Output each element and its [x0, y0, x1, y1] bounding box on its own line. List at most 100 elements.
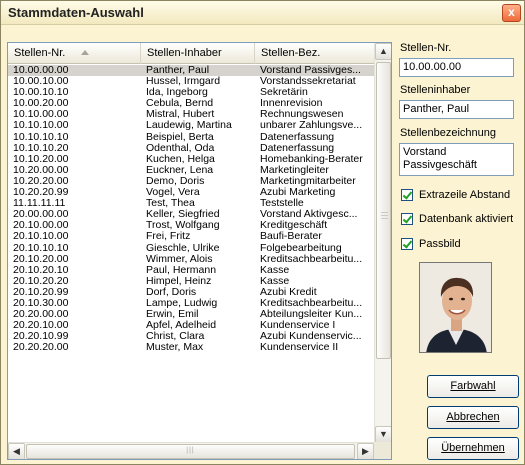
table-row[interactable]: 10.20.20.00 Demo, Doris Marketingmitarbeit… — [8, 176, 374, 187]
horizontal-scroll-thumb[interactable]: ||| — [26, 444, 355, 459]
column-header-label: Stellen-Inhaber — [147, 47, 222, 59]
grip-icon: — — — — [381, 209, 388, 222]
table-cell: Hussel, Irmgard — [146, 76, 221, 88]
table-cell: Erwin, Emil — [146, 309, 199, 321]
table-cell: 10.20.20.00 — [13, 175, 69, 187]
checkbox-label: Datenbank aktiviert — [419, 213, 514, 225]
stammdaten-dialog: Stammdaten-Auswahl x Stellen-Nr. Stellen… — [0, 0, 525, 465]
table-cell: 20.10.10.10 — [13, 242, 69, 254]
column-header-stellen-bez[interactable]: Stellen-Bez. — [255, 43, 374, 64]
table-cell: Christ, Clara — [146, 331, 205, 343]
table-cell: Azubi Kundenservic... — [260, 331, 362, 343]
table-row[interactable]: 20.10.20.99 Dorf, Doris Azubi Kredit — [8, 287, 374, 298]
table-row[interactable]: 20.20.10.00 Apfel, Adelheid Kundenservice … — [8, 320, 374, 331]
table-cell: Abteilungsleiter Kun... — [260, 309, 363, 321]
column-header-label: Stellen-Nr. — [14, 47, 66, 59]
table-row[interactable]: 10.00.00.00 Panther, Paul Vorstand Passivg… — [8, 65, 374, 77]
table-cell: 20.10.20.20 — [13, 275, 69, 287]
table-cell: Kreditsachbearbeitu... — [260, 253, 363, 265]
table-cell: 10.00.10.10 — [13, 87, 69, 99]
table-row[interactable]: 10.20.20.99 Vogel, Vera Azubi Marketing — [8, 187, 374, 198]
checkbox-datenbank-aktiviert[interactable]: Datenbank aktiviert — [401, 212, 513, 226]
table-cell: 10.20.20.99 — [13, 187, 69, 199]
checkbox-passbild[interactable]: Passbild — [401, 237, 461, 251]
stellenbezeichnung-field[interactable]: Vorstand Passivgeschäft — [399, 143, 514, 176]
table-row[interactable]: 20.10.00.00 Trost, Wolfgang Kreditgeschäft — [8, 220, 374, 231]
table-cell: 10.10.10.00 — [13, 120, 69, 132]
chevron-right-icon: ▶ — [362, 446, 369, 456]
table-row[interactable]: 20.10.20.20 Himpel, Heinz Kasse — [8, 276, 374, 287]
table-row[interactable]: 20.10.30.00 Lampe, Ludwig Kreditsachbearbe… — [8, 298, 374, 309]
stelleninhaber-field[interactable]: Panther, Paul — [399, 100, 514, 119]
table-row[interactable]: 10.10.20.00 Kuchen, Helga Homebanking-Bera… — [8, 154, 374, 165]
table-row[interactable]: 20.10.20.00 Wimmer, Alois Kreditsachbearbe… — [8, 254, 374, 265]
window-title: Stammdaten-Auswahl — [8, 5, 144, 20]
table-row[interactable]: 20.20.20.00 Muster, Max Kundenservice II — [8, 342, 374, 353]
column-header-label: Stellen-Bez. — [261, 47, 321, 59]
table-row[interactable]: 10.00.10.00 Hussel, Irmgard Vorstandssekre… — [8, 76, 374, 87]
table-cell: 20.10.20.99 — [13, 286, 69, 298]
table-row[interactable]: 10.10.00.00 Mistral, Hubert Rechnungswesen — [8, 109, 374, 120]
table-cell: Sekretärin — [260, 87, 308, 99]
table-row[interactable]: 10.10.10.10 Beispiel, Berta Datenerfassung — [8, 132, 374, 143]
scroll-up-button[interactable]: ▲ — [375, 43, 391, 60]
uebernehmen-button[interactable]: Übernehmen — [427, 437, 519, 460]
abbrechen-button[interactable]: Abbrechen — [427, 406, 519, 429]
sort-ascending-icon — [81, 50, 90, 55]
grid-rows: 10.00.00.00 Panther, Paul Vorstand Passivg… — [8, 65, 374, 443]
table-row[interactable]: 20.10.20.10 Paul, Hermann Kasse — [8, 265, 374, 276]
horizontal-scrollbar[interactable]: ◀ ||| ▶ — [8, 442, 374, 459]
vertical-scrollbar[interactable]: ▲ — — — ▼ — [374, 43, 391, 443]
table-cell: Keller, Siegfried — [146, 209, 220, 221]
table-cell: 20.10.20.00 — [13, 253, 69, 265]
table-row[interactable]: 20.20.00.00 Erwin, Emil Abteilungsleiter K… — [8, 309, 374, 320]
stellen-nr-field[interactable]: 10.00.00.00 — [399, 58, 514, 77]
portrait-photo — [419, 262, 492, 353]
table-row[interactable]: 10.20.00.00 Euckner, Lena Marketingleiter — [8, 165, 374, 176]
table-cell: Datenerfassung — [260, 131, 335, 143]
scroll-left-button[interactable]: ◀ — [8, 443, 25, 459]
stellenbezeichnung-line: Vorstand — [403, 146, 447, 158]
chevron-left-icon: ◀ — [13, 446, 20, 456]
table-row[interactable]: 20.00.00.00 Keller, Siegfried Vorstand Akt… — [8, 209, 374, 220]
table-cell: Folgebearbeitung — [260, 242, 342, 254]
scroll-down-button[interactable]: ▼ — [375, 426, 391, 443]
checkbox-label: Passbild — [419, 238, 461, 250]
column-header-stellen-nr[interactable]: Stellen-Nr. — [8, 43, 141, 64]
table-cell: Euckner, Lena — [146, 164, 214, 176]
table-cell: Kundenservice I — [260, 320, 336, 332]
table-cell: Frei, Fritz — [146, 231, 191, 243]
table-cell: 10.00.20.00 — [13, 98, 69, 110]
checkbox-extrazeile-abstand[interactable]: Extrazeile Abstand — [401, 188, 510, 202]
farbwahl-button[interactable]: Farbwahl — [427, 375, 519, 398]
table-cell: 20.10.20.10 — [13, 264, 69, 276]
table-cell: Beispiel, Berta — [146, 131, 214, 143]
table-row[interactable]: 10.10.10.20 Odenthal, Oda Datenerfassung — [8, 143, 374, 154]
table-row[interactable]: 10.00.10.10 Ida, Ingeborg Sekretärin — [8, 87, 374, 98]
table-cell: Vorstand Aktivgesc... — [260, 209, 358, 221]
table-cell: 20.20.10.00 — [13, 320, 69, 332]
table-cell: Kreditsachbearbeitu... — [260, 297, 363, 309]
vertical-scroll-thumb[interactable]: — — — — [376, 62, 391, 359]
table-cell: Marketingmitarbeiter — [260, 175, 356, 187]
scrollbar-corner — [374, 442, 391, 459]
table-cell: 10.10.10.10 — [13, 131, 69, 143]
person-portrait-image — [420, 263, 491, 352]
table-row[interactable]: 20.10.10.10 Gieschle, Ulrike Folgebearbeit… — [8, 243, 374, 254]
table-cell: Demo, Doris — [146, 175, 205, 187]
table-cell: Odenthal, Oda — [146, 142, 215, 154]
table-cell: Lampe, Ludwig — [146, 297, 218, 309]
scroll-right-button[interactable]: ▶ — [357, 443, 374, 459]
table-row[interactable]: 20.20.10.99 Christ, Clara Azubi Kundenserv… — [8, 331, 374, 342]
checkbox-checked-icon — [401, 238, 413, 250]
table-row[interactable]: 10.00.20.00 Cebula, Bernd Innenrevision — [8, 98, 374, 109]
table-cell: Baufi-Berater — [260, 231, 322, 243]
table-row[interactable]: 10.10.10.00 Laudewig, Martina unbarer Zahl… — [8, 120, 374, 131]
stellen-grid[interactable]: Stellen-Nr. Stellen-Inhaber Stellen-Bez.… — [7, 42, 392, 460]
table-cell: 10.10.20.00 — [13, 153, 69, 165]
table-row[interactable]: 20.10.10.00 Frei, Fritz Baufi-Berater — [8, 231, 374, 242]
table-row[interactable]: 11.11.11.11 Test, Thea Teststelle — [8, 198, 374, 209]
column-header-stellen-inhaber[interactable]: Stellen-Inhaber — [141, 43, 255, 64]
table-cell: 20.20.20.00 — [13, 342, 69, 354]
table-cell: Mistral, Hubert — [146, 109, 215, 121]
